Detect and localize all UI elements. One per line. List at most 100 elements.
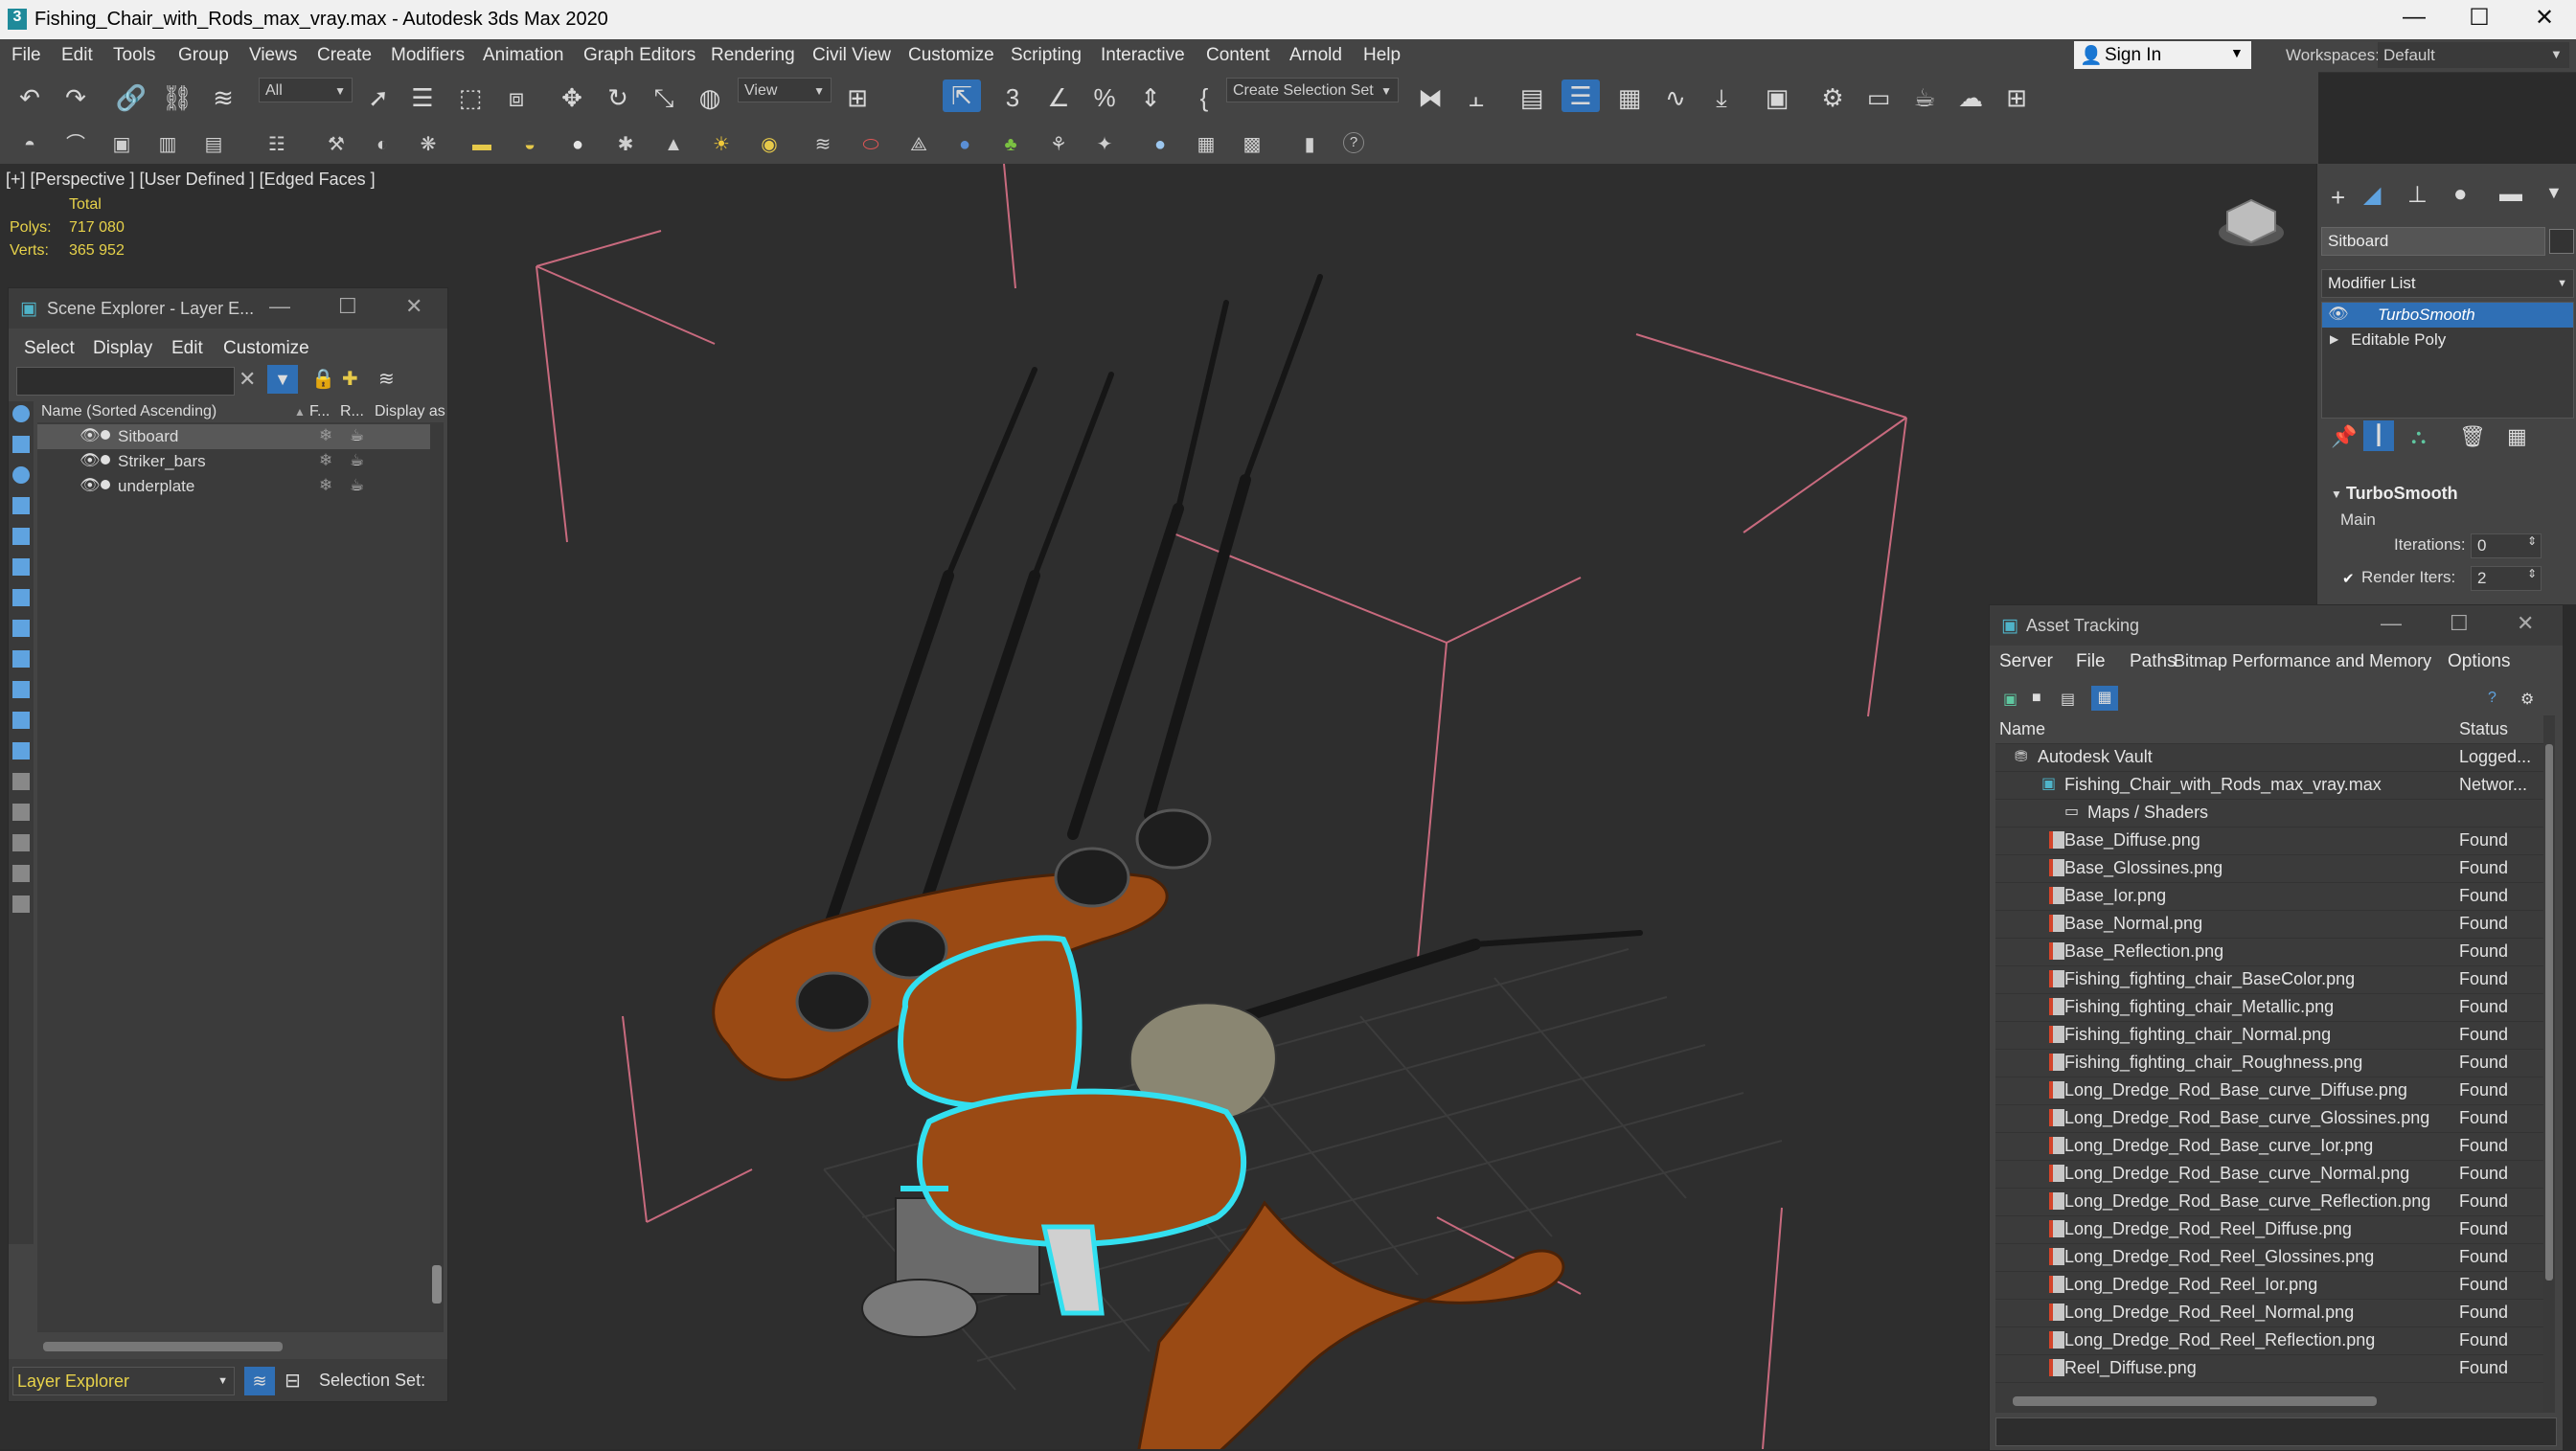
- table-row[interactable]: Fishing_fighting_chair_BaseColor.png Foun…: [1995, 965, 2555, 994]
- menu-help[interactable]: Help: [1363, 45, 1401, 66]
- display-bones-icon[interactable]: [12, 650, 30, 668]
- angle-snap-icon[interactable]: ∠: [1042, 81, 1075, 114]
- se-menu-edit[interactable]: Edit: [171, 338, 203, 359]
- at-menu-paths[interactable]: Paths: [2130, 651, 2177, 672]
- table-row[interactable]: Fishing_fighting_chair_Metallic.png Found: [1995, 993, 2555, 1022]
- column-name[interactable]: Name: [1999, 719, 2045, 739]
- teapot-icon[interactable]: ◓: [17, 132, 42, 157]
- table-row[interactable]: Base_Reflection.png Found: [1995, 938, 2555, 966]
- configure-modifier-sets-icon[interactable]: ▦: [2507, 424, 2527, 449]
- rotate-icon[interactable]: ↻: [602, 81, 634, 114]
- at-menu-bitmap-performance[interactable]: Bitmap Performance and Memory: [2174, 651, 2431, 671]
- undo-icon[interactable]: ↶: [13, 81, 46, 114]
- table-row[interactable]: Long_Dredge_Rod_Reel_Ior.png Found: [1995, 1271, 2555, 1300]
- display-shapes-icon[interactable]: [12, 436, 30, 453]
- render-grid-icon[interactable]: ⊞: [2000, 81, 2033, 114]
- show-end-result-icon[interactable]: ┃: [2363, 420, 2394, 451]
- rect-selection-icon[interactable]: ⬚: [454, 81, 487, 114]
- close-icon[interactable]: ✕: [2517, 611, 2534, 636]
- minimize-icon[interactable]: —: [2381, 611, 2402, 636]
- menu-views[interactable]: Views: [249, 45, 297, 66]
- stack-item-turbosmooth[interactable]: 👁 TurboSmooth: [2322, 303, 2573, 328]
- table-row[interactable]: Long_Dredge_Rod_Reel_Glossines.png Found: [1995, 1243, 2555, 1272]
- filter-funnel-icon[interactable]: [12, 896, 30, 913]
- table-row[interactable]: Base_Glossines.png Found: [1995, 854, 2555, 883]
- render-setup-icon[interactable]: ⚙: [1816, 81, 1849, 114]
- menu-animation[interactable]: Animation: [483, 45, 564, 66]
- refresh-icon[interactable]: ▣: [2003, 690, 2017, 709]
- minimize-icon[interactable]: —: [269, 294, 290, 319]
- column-render[interactable]: R...: [340, 403, 364, 420]
- menu-group[interactable]: Group: [178, 45, 229, 66]
- scrollbar-thumb[interactable]: [432, 1265, 442, 1304]
- display-lights-icon[interactable]: [12, 466, 30, 484]
- freeze-icon[interactable]: ❄: [319, 426, 332, 445]
- modifier-list-dropdown[interactable]: Modifier List ▼: [2321, 269, 2574, 298]
- rollout-title[interactable]: TurboSmooth: [2346, 484, 2458, 504]
- filter-icon[interactable]: ▼: [267, 365, 298, 394]
- render-teapot-icon[interactable]: ☕: [350, 476, 364, 495]
- asset-path-field[interactable]: [1995, 1417, 2557, 1446]
- plant-icon[interactable]: ♣: [998, 132, 1023, 157]
- spinner-arrows-icon[interactable]: ⇕: [2527, 567, 2537, 580]
- table-row[interactable]: Reel_Diffuse.png Found: [1995, 1354, 2555, 1383]
- render-teapot-icon[interactable]: ☕: [350, 426, 364, 445]
- schematic-view-icon[interactable]: ⤓: [1705, 81, 1738, 114]
- table-row[interactable]: ▭ Maps / Shaders: [1995, 799, 2555, 828]
- iterations-spinner[interactable]: 0 ⇕: [2471, 533, 2542, 558]
- table-row[interactable]: Base_Diffuse.png Found: [1995, 827, 2555, 855]
- column-display-as[interactable]: Display as: [375, 403, 445, 420]
- add-layer-icon[interactable]: ✚: [342, 367, 358, 391]
- volume-icon[interactable]: ●: [952, 132, 977, 157]
- render-iters-checkbox[interactable]: ✔: [2342, 570, 2355, 587]
- render-teapot-icon[interactable]: ☕: [350, 451, 364, 470]
- gpu-icon[interactable]: ▩: [1240, 132, 1265, 157]
- light-lister-icon[interactable]: ☷: [264, 132, 289, 157]
- eye-icon[interactable]: 👁: [80, 451, 101, 470]
- pivot-center-icon[interactable]: ⊞: [841, 81, 874, 114]
- settings-icon[interactable]: ⚙: [2520, 690, 2534, 709]
- make-unique-icon[interactable]: ⛬: [2411, 424, 2426, 449]
- sun-icon[interactable]: ☀: [709, 132, 734, 157]
- tool-a-icon[interactable]: ⚒: [324, 132, 349, 157]
- unlink-icon[interactable]: ⛓: [161, 81, 194, 114]
- tool-c-icon[interactable]: ❋: [416, 132, 441, 157]
- table-row[interactable]: Long_Dredge_Rod_Reel_Normal.png Found: [1995, 1299, 2555, 1327]
- snaps-toggle-icon[interactable]: 3: [996, 81, 1029, 114]
- object-color-swatch[interactable]: [2549, 229, 2574, 254]
- maximize-icon[interactable]: ☐: [2450, 611, 2469, 636]
- rollout-collapse-icon[interactable]: ▼: [2331, 487, 2342, 501]
- menu-rendering[interactable]: Rendering: [711, 45, 795, 66]
- se-menu-select[interactable]: Select: [24, 338, 75, 359]
- move-icon[interactable]: ✥: [556, 81, 588, 114]
- viewport-label[interactable]: [+] [Perspective ] [User Defined ] [Edge…: [6, 170, 376, 190]
- close-icon[interactable]: ✕: [405, 294, 422, 319]
- se-menu-display[interactable]: Display: [93, 338, 152, 359]
- find-icon[interactable]: [12, 865, 30, 882]
- ribbon-icon[interactable]: ▦: [1613, 81, 1646, 114]
- pin-stack-icon[interactable]: 📌: [2331, 424, 2357, 449]
- minimize-button[interactable]: —: [2385, 4, 2443, 34]
- menu-scripting[interactable]: Scripting: [1011, 45, 1082, 66]
- table-row[interactable]: Fishing_fighting_chair_Normal.png Found: [1995, 1021, 2555, 1050]
- select-by-name-icon[interactable]: ☰: [406, 81, 439, 114]
- sphere-icon[interactable]: ●: [565, 132, 590, 157]
- selection-filter-dropdown[interactable]: All ▼: [259, 78, 353, 102]
- link-icon[interactable]: 🔗: [115, 81, 148, 114]
- scene-explorer-icon[interactable]: ☰: [1562, 79, 1600, 112]
- stack-item-editable-poly[interactable]: ▶ Editable Poly: [2322, 328, 2573, 352]
- menu-modifiers[interactable]: Modifiers: [391, 45, 465, 66]
- table-row[interactable]: Long_Dredge_Rod_Reel_Diffuse.png Found: [1995, 1215, 2555, 1244]
- list-view-icon[interactable]: ■: [2032, 690, 2041, 707]
- freeze-icon[interactable]: ❄: [319, 451, 332, 470]
- list-item[interactable]: 👁 underplate ❄ ☕: [37, 474, 430, 499]
- menu-file[interactable]: File: [11, 45, 41, 66]
- at-menu-file[interactable]: File: [2076, 651, 2106, 672]
- hierarchy-tab-icon[interactable]: ⊥: [2407, 181, 2428, 209]
- curve-editor-icon[interactable]: ∿: [1659, 81, 1692, 114]
- mesh-icon[interactable]: ✱: [613, 132, 638, 157]
- scene-explorer-titlebar[interactable]: ▣ Scene Explorer - Layer E... — ☐ ✕: [9, 288, 447, 329]
- mirror-icon[interactable]: ⧓: [1414, 81, 1447, 114]
- menu-customize[interactable]: Customize: [908, 45, 994, 66]
- column-frozen[interactable]: F...: [309, 403, 330, 420]
